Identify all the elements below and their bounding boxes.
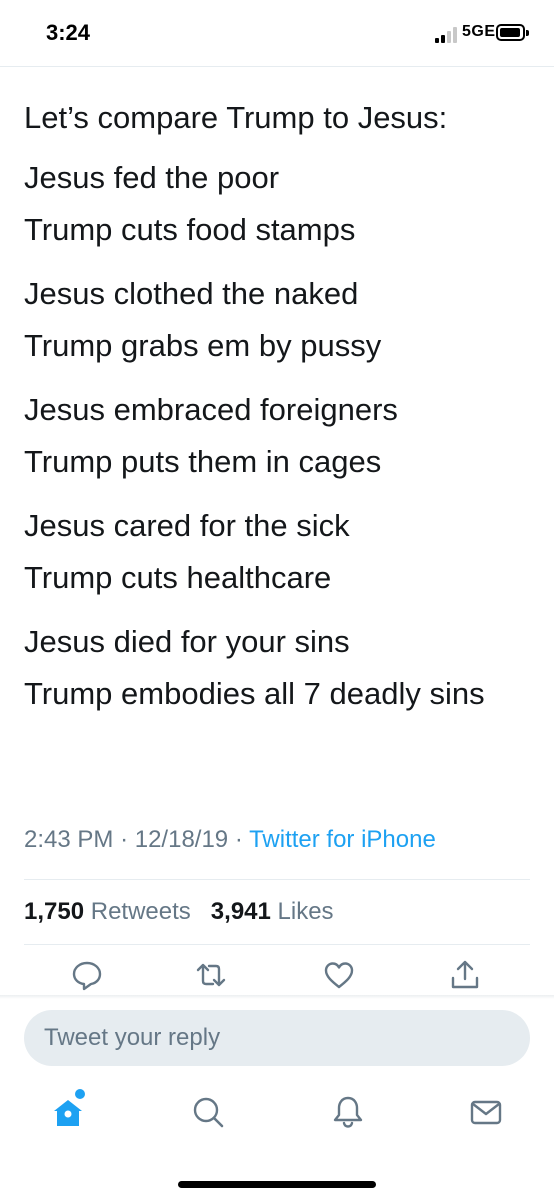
header-divider [0, 66, 554, 67]
like-button[interactable] [322, 958, 356, 992]
like-icon [324, 962, 354, 989]
tweet-stanza: Jesus fed the poor Trump cuts food stamp… [24, 152, 534, 256]
tweet-line: Jesus fed the poor [24, 160, 280, 195]
tweet-line: Trump cuts food stamps [24, 212, 356, 247]
tweet-stats: 1,750 Retweets 3,941 Likes [24, 898, 334, 926]
tweet-line: Trump puts them in cages [24, 444, 382, 479]
retweets-count: 1,750 [24, 898, 85, 925]
messages-icon [470, 1100, 502, 1125]
reply-icon [72, 961, 102, 991]
tweet-detail-screen: 3:24 5GE Let’s compare Trump to Jesus: J… [0, 0, 554, 1200]
tweet-line: Jesus clothed the naked [24, 276, 359, 311]
home-icon [54, 1100, 82, 1126]
search-icon [193, 1097, 224, 1128]
retweets-stat[interactable]: 1,750 Retweets [24, 898, 191, 925]
tweet-line: Trump embodies all 7 deadly sins [24, 676, 485, 711]
tweet-time: 2:43 PM [24, 826, 114, 853]
tweet-stanza: Jesus clothed the naked Trump grabs em b… [24, 268, 534, 372]
tab-search[interactable] [190, 1094, 226, 1130]
tweet-line: Jesus embraced foreigners [24, 392, 398, 427]
share-button[interactable] [448, 958, 482, 992]
tweet-line: Trump cuts healthcare [24, 560, 332, 595]
compose-separator [0, 995, 554, 999]
tweet-actions [0, 958, 554, 998]
tweet-line: Trump grabs em by pussy [24, 328, 382, 363]
reply-button[interactable] [70, 958, 104, 992]
meta-separator: · [234, 826, 243, 853]
meta-divider [24, 879, 530, 880]
reply-input[interactable]: Tweet your reply [24, 1010, 530, 1066]
retweet-icon [196, 963, 226, 987]
tweet-stanza: Jesus embraced foreigners Trump puts the… [24, 384, 534, 488]
tweet-stanza: Jesus cared for the sick Trump cuts heal… [24, 500, 534, 604]
home-notification-dot [75, 1089, 85, 1099]
home-indicator[interactable] [178, 1181, 376, 1188]
tab-notifications[interactable] [330, 1094, 366, 1130]
tweet-meta: 2:43 PM · 12/18/19 · Twitter for iPhone [24, 826, 436, 854]
tweet-stanza: Jesus died for your sins Trump embodies … [24, 616, 534, 720]
tab-home[interactable] [50, 1094, 86, 1130]
stats-divider [24, 944, 530, 945]
tweet-line: Jesus cared for the sick [24, 508, 350, 543]
retweet-button[interactable] [194, 958, 228, 992]
battery-icon [496, 24, 529, 41]
network-type: 5GE [462, 23, 496, 40]
likes-stat[interactable]: 3,941 Likes [211, 898, 334, 925]
tweet-date: 12/18/19 [134, 826, 229, 853]
retweets-label: Retweets [90, 898, 191, 925]
meta-separator: · [120, 826, 129, 853]
tab-messages[interactable] [468, 1094, 504, 1130]
tweet-intro-line: Let’s compare Trump to Jesus: [24, 100, 448, 135]
reply-placeholder: Tweet your reply [44, 1024, 221, 1051]
status-bar: 3:24 5GE [0, 0, 554, 66]
likes-label: Likes [277, 898, 334, 925]
likes-count: 3,941 [210, 898, 271, 925]
status-time: 3:24 [46, 20, 91, 45]
tweet-text: Let’s compare Trump to Jesus: Jesus fed … [24, 92, 534, 732]
notifications-icon [333, 1096, 363, 1128]
tweet-source-link[interactable]: Twitter for iPhone [249, 826, 436, 853]
cellular-signal-icon [435, 27, 459, 43]
tweet-line: Jesus died for your sins [24, 624, 350, 659]
share-icon [451, 960, 479, 989]
